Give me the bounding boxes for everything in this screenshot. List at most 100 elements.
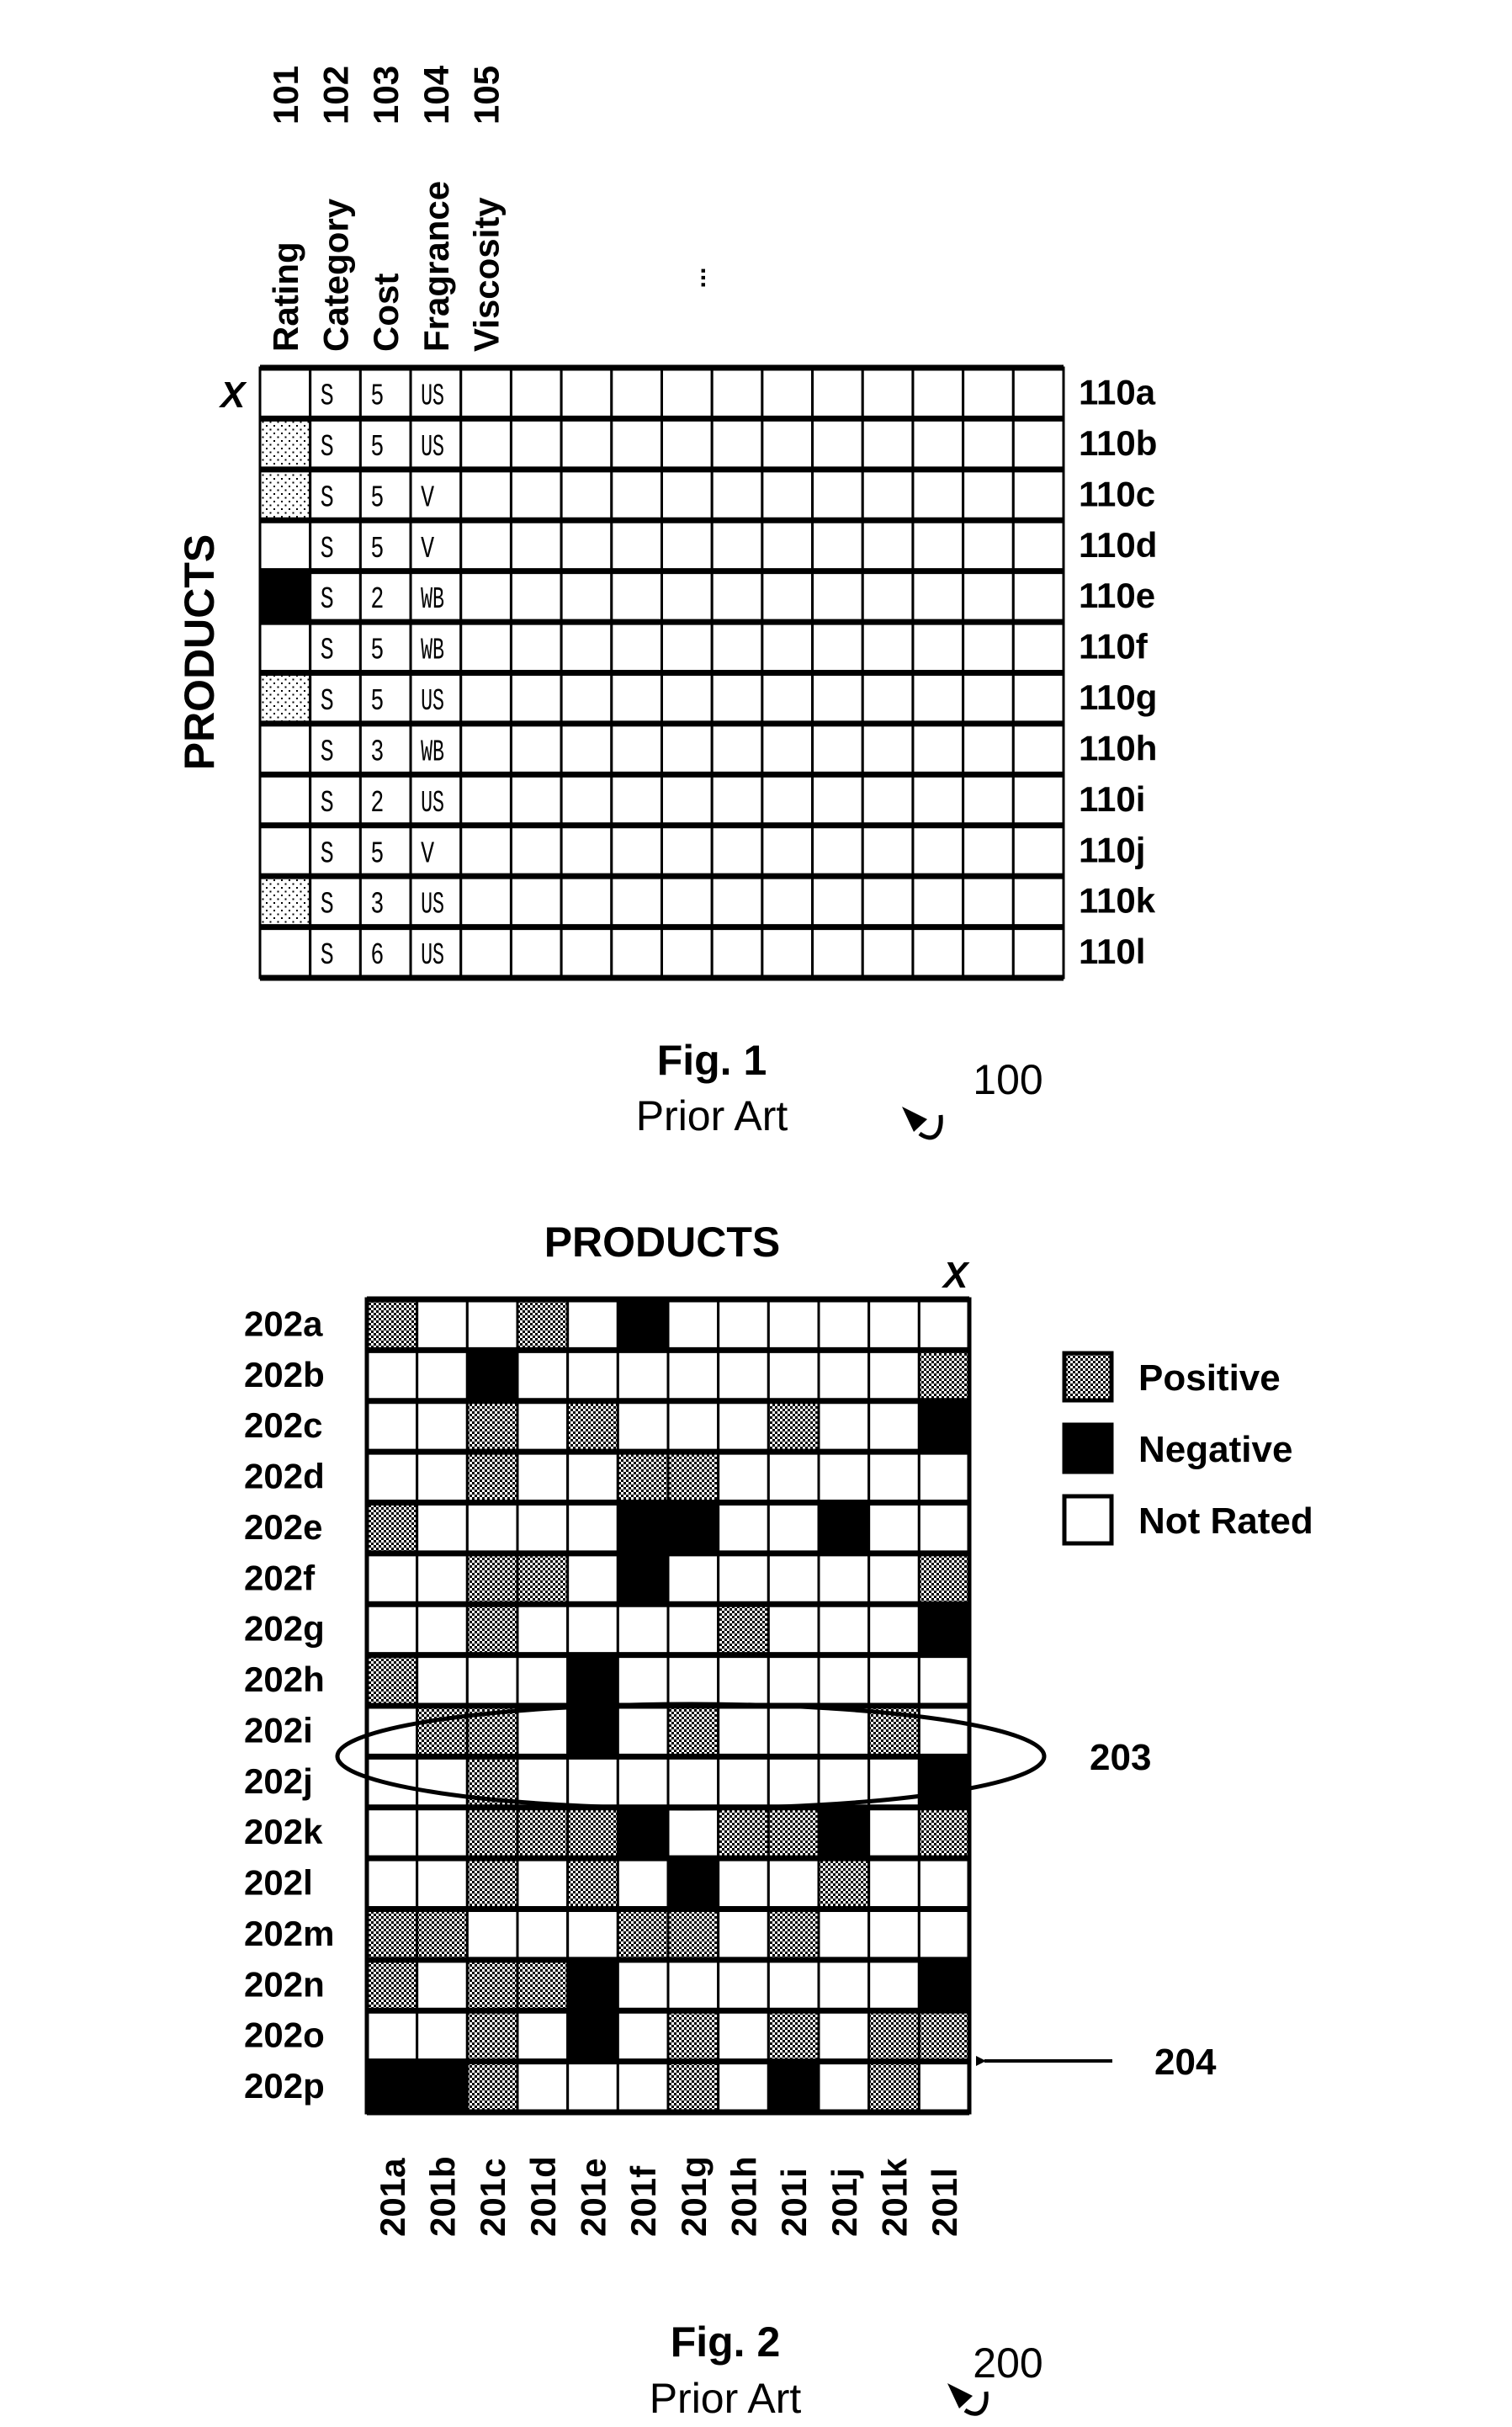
rating-cell-negative [365,2060,419,2114]
rating-cell-not-rated [516,1450,570,1504]
rating-cell-not-rated [566,1552,619,1606]
fig2-column-label: 201f [623,2165,663,2237]
fig1-table-cell [661,773,714,827]
rating-cell-not-rated [717,1552,770,1606]
fig1-table-cell [710,672,764,725]
fig1-table-cell [661,926,714,980]
fig1-table-cell [710,722,764,776]
fig1-table-cell [911,570,965,624]
rating-cell-not-rated [365,1348,419,1403]
fig1-rating-cell [258,417,312,471]
rating-cell-not-rated [416,1552,469,1606]
fig2-row-label: 202d [244,1457,325,1496]
fig1-category-value: S [321,938,334,973]
fig1-column-ref: 101 [266,66,305,125]
fig1-table-cell [710,926,764,980]
fig1-table-cell [459,417,512,471]
rating-cell-negative [817,1806,871,1860]
rating-cell-negative [616,1501,670,1555]
rating-cell-positive [867,2009,920,2063]
fig2-matrix-row [365,1908,971,1962]
fig1-table-cell [761,773,814,827]
rating-cell-positive [416,1704,469,1758]
fig2-matrix-row [365,1806,971,1860]
rating-cell-not-rated [817,1348,871,1403]
fig1-table-cell [509,672,563,725]
fig2-matrix-row [365,1602,971,1657]
rating-cell-not-rated [867,1856,920,1910]
fig1-reference-arrow-icon [902,1107,943,1140]
rating-cell-not-rated [365,1399,419,1453]
fig1-table-row: S 5 WB [258,620,1065,674]
fig1-table-cell [661,570,714,624]
fig1-row-label: 110h [1079,728,1157,767]
rating-cell-not-rated [566,1755,619,1809]
fig1-table-cell [911,468,965,522]
fig1-table-cell [661,518,714,573]
fig2-legend: Positive Negative Not Rated [1062,1351,1313,1546]
fig1-table-cell [811,518,864,573]
fig1-table-cell [610,672,663,725]
fig1-table-cell [710,874,764,929]
fig1-table-cell [509,570,563,624]
fig2-matrix-row [365,2060,971,2114]
rating-cell-not-rated [616,1348,670,1403]
fig2-column-label: 201d [523,2156,563,2237]
rating-cell-negative [666,1501,720,1555]
fig1-table-cell [509,417,563,471]
fig1-table-cell [811,874,864,929]
fig1-table-cell [309,722,362,776]
fig1-table-cell [911,620,965,674]
rating-cell-positive [917,1348,971,1403]
fig1-table-cell [710,773,764,827]
fig1-row-label: 110i [1079,779,1145,819]
rating-cell-not-rated [867,1552,920,1606]
fig1-table-cell [358,366,412,420]
rating-cell-not-rated [365,1602,419,1657]
fig1-table-cell [610,773,663,827]
rating-cell-not-rated [365,2009,419,2063]
fig1-table-cell [661,468,714,522]
legend-label: Negative [1138,1429,1292,1470]
rating-cell-positive [666,1450,720,1504]
fig1-table-cell [811,366,864,420]
fig1-column-name: Fragrance [416,181,456,352]
rating-cell-positive [365,1654,419,1707]
rating-cell-not-rated [717,1450,770,1504]
rating-cell-not-rated [516,1755,570,1809]
fig1-table-cell [761,468,814,522]
fig2-callout-204: 204 [1154,2042,1217,2083]
rating-cell-not-rated [616,1755,670,1809]
fig1-table-cell [358,620,412,674]
fig1-table-cell [761,518,814,573]
fig1-column-headers: Rating 101 Category 102 Cost 103 Fragrance 104 V… [266,65,507,352]
fig2-column-label: 201h [724,2156,764,2237]
rating-cell-not-rated [767,1552,820,1606]
fig1-table-row: S 5 V [258,468,1065,522]
rating-cell-not-rated [616,1958,670,2012]
fig1-column-name: Cost [366,274,406,352]
fig2-column-label: 201k [875,2158,915,2237]
fig1-table-cell [661,672,714,725]
fig1-table-cell [560,722,613,776]
rating-cell-not-rated [566,1908,619,1962]
fig2-row-label: 202h [244,1660,325,1699]
rating-cell-not-rated [817,1602,871,1657]
fig1-fragrance-value: V [421,532,434,566]
fig2-matrix-row [365,1654,971,1707]
rating-cell-not-rated [767,1602,820,1657]
fig1-table-cell [911,773,965,827]
fig1-category-value: S [321,380,334,414]
fig1-fragrance-value: WB [421,735,444,769]
fig1-table-cell [861,417,915,471]
rating-cell-not-rated [917,1298,971,1352]
fig1-table-row: S 5 US [258,366,1065,420]
rating-cell-not-rated [465,1908,519,1962]
rating-cell-not-rated [416,1501,469,1555]
rating-cell-not-rated [465,1654,519,1707]
fig1-category-value: S [321,786,334,821]
fig1-rating-cell [258,874,312,929]
rating-cell-negative [616,1298,670,1352]
rating-cell-not-rated [717,1755,770,1809]
fig1-table-cell [710,518,764,573]
